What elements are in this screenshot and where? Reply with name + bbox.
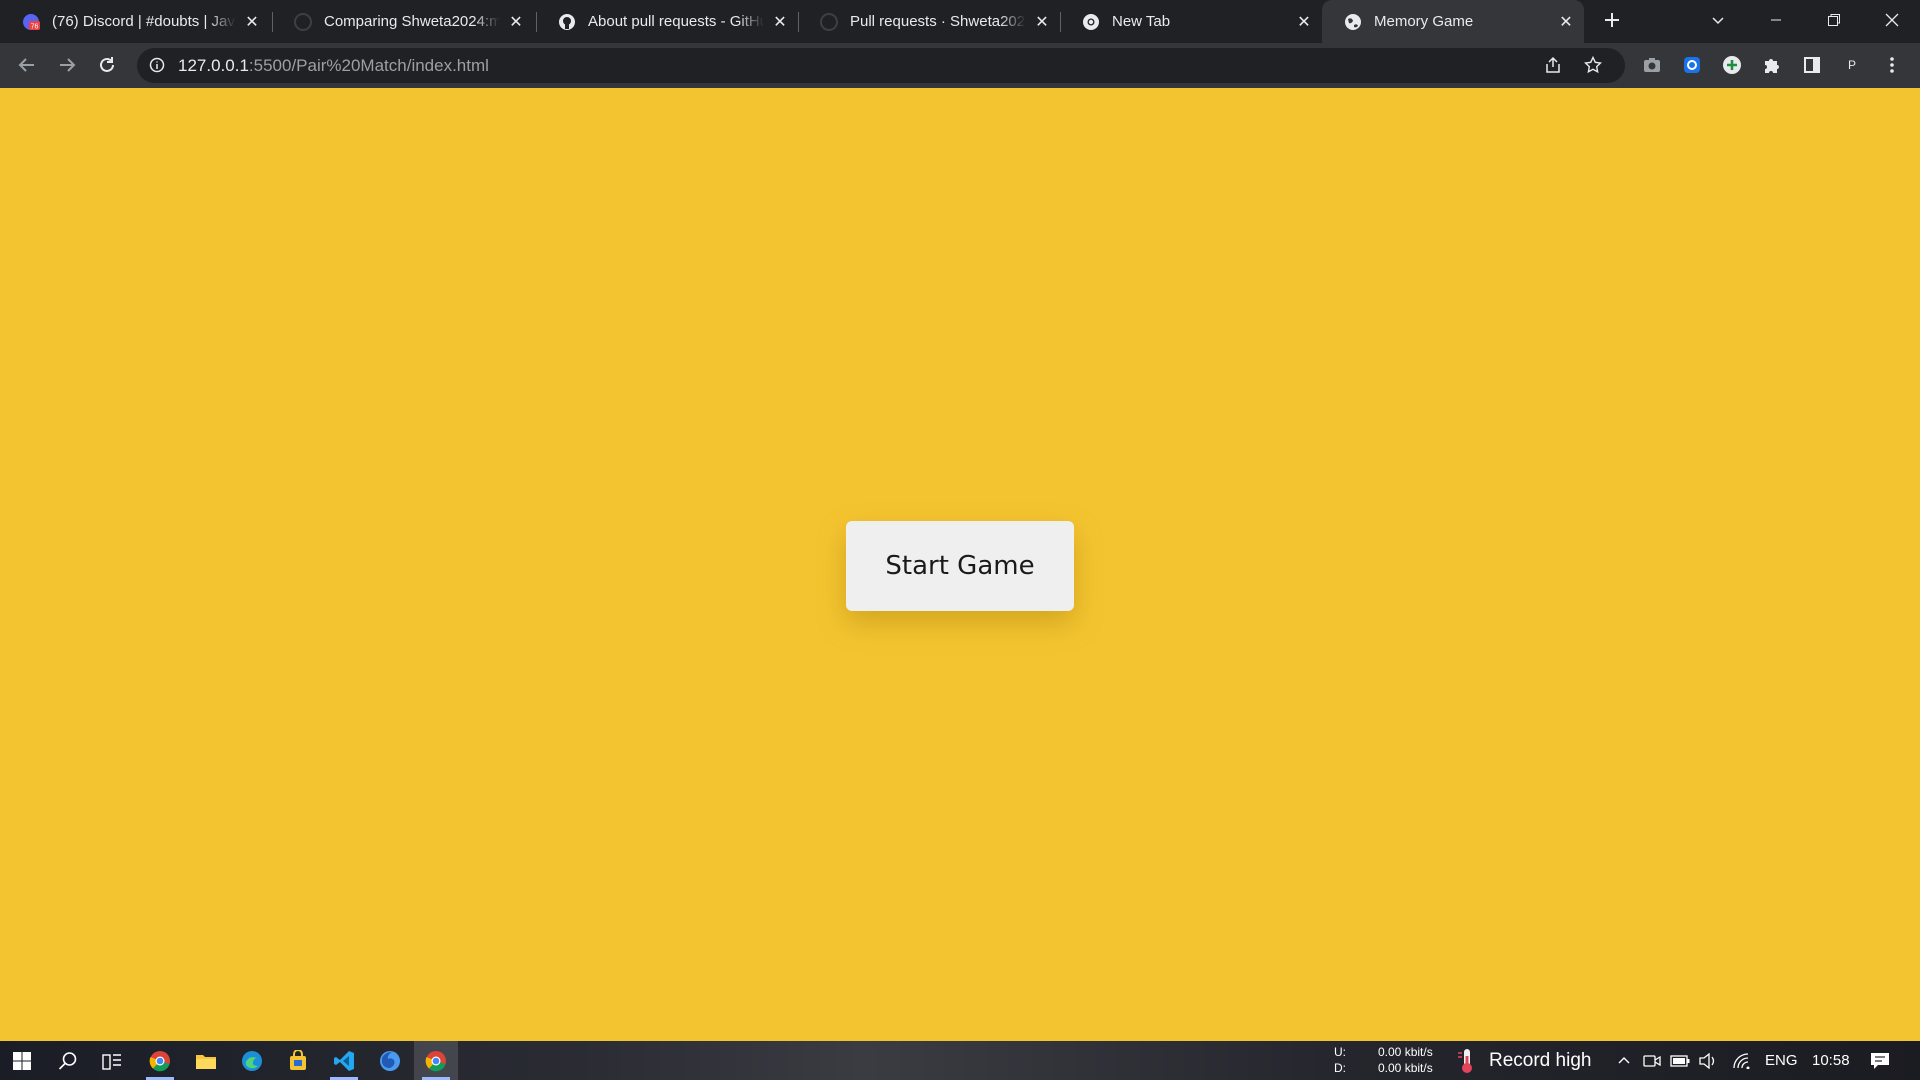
weather-widget[interactable]: Record high [1455, 1041, 1591, 1080]
close-icon[interactable]: ✕ [1294, 12, 1314, 32]
profile-avatar[interactable]: P [1836, 49, 1868, 81]
tray-chevron-up-icon[interactable] [1612, 1041, 1636, 1080]
side-panel-icon[interactable] [1796, 49, 1828, 81]
taskbar-chrome-active[interactable] [414, 1041, 458, 1080]
globe-icon [1344, 13, 1362, 31]
chevron-down-icon [1712, 17, 1724, 25]
tab-title: Memory Game [1374, 13, 1474, 30]
store-bag-icon [290, 1049, 306, 1070]
github-icon [558, 13, 576, 31]
windows-logo-icon [13, 1051, 31, 1070]
windows-taskbar: U: 0.00 kbit/s D: 0.00 kbit/s Record high … [0, 1041, 1920, 1080]
tab-strip: 76 (76) Discord | #doubts | JavaScript ✕… [0, 0, 1920, 43]
task-view-icon [102, 1053, 121, 1070]
tab-about-pull-requests[interactable]: About pull requests - GitHub Docs ✕ [536, 0, 798, 43]
start-button[interactable] [0, 1041, 44, 1080]
url-host: 127.0.0.1 [178, 56, 249, 75]
github-icon [294, 12, 312, 31]
meet-now-icon[interactable] [1640, 1041, 1664, 1080]
tab-title: Pull requests · Shweta2024/ [850, 13, 1026, 30]
restore-icon [1828, 14, 1840, 26]
info-icon[interactable] [147, 55, 167, 75]
forward-button[interactable] [51, 49, 83, 81]
edge-icon [242, 1050, 262, 1071]
volume-icon[interactable] [1696, 1041, 1720, 1080]
arrow-left-icon [18, 58, 34, 72]
tab-discord[interactable]: 76 (76) Discord | #doubts | JavaScript ✕ [0, 0, 270, 43]
github-icon [820, 12, 838, 31]
net-up-label: U: [1334, 1045, 1346, 1059]
close-icon[interactable]: ✕ [770, 12, 790, 32]
close-icon[interactable]: ✕ [1556, 12, 1576, 32]
profile-initial: P [1847, 58, 1856, 72]
taskbar-store[interactable] [276, 1041, 320, 1080]
chrome-icon [1082, 13, 1100, 31]
extension-plus-icon[interactable] [1716, 49, 1748, 81]
taskbar-firefox[interactable] [368, 1041, 412, 1080]
plus-icon [1605, 13, 1619, 27]
battery-icon[interactable] [1668, 1041, 1692, 1080]
chrome-icon [149, 1050, 170, 1071]
wifi-icon[interactable] [1730, 1041, 1754, 1080]
search-button[interactable] [46, 1041, 90, 1080]
firefox-icon [380, 1050, 400, 1071]
browser-toolbar: 127.0.0.1:5500/Pair%20Match/index.html P [0, 43, 1920, 88]
menu-kebab-icon[interactable] [1876, 49, 1908, 81]
discord-icon: 76 [22, 13, 40, 31]
arrow-right-icon [60, 58, 76, 72]
svg-text:76: 76 [31, 23, 39, 30]
net-up-value: 0.00 kbit/s [1378, 1045, 1433, 1059]
close-icon[interactable]: ✕ [242, 12, 262, 32]
clock[interactable]: 10:58 [1812, 1041, 1850, 1080]
net-down-value: 0.00 kbit/s [1378, 1061, 1433, 1075]
tab-search-button[interactable] [1690, 0, 1746, 40]
taskbar-chrome[interactable] [138, 1041, 182, 1080]
screenshot-extension-icon[interactable] [1636, 49, 1668, 81]
close-icon[interactable]: ✕ [1032, 12, 1052, 32]
address-bar[interactable]: 127.0.0.1:5500/Pair%20Match/index.html [137, 48, 1625, 83]
folder-icon [196, 1054, 216, 1069]
chrome-icon [425, 1050, 446, 1071]
url-text: 127.0.0.1:5500/Pair%20Match/index.html [178, 56, 489, 76]
taskbar-edge[interactable] [230, 1041, 274, 1080]
notification-center-icon[interactable] [1864, 1041, 1896, 1080]
taskbar-file-explorer[interactable] [184, 1041, 228, 1080]
language-indicator[interactable]: ENG [1765, 1041, 1798, 1080]
bookmark-star-icon[interactable] [1577, 49, 1609, 81]
close-icon[interactable]: ✕ [506, 12, 526, 32]
tab-title: Comparing Shweta2024:main [324, 13, 500, 30]
memory-game-page: Start Game [0, 88, 1920, 1041]
new-tab-button[interactable] [1584, 0, 1640, 40]
tab-comparing[interactable]: Comparing Shweta2024:main ✕ [272, 0, 534, 43]
tab-memory-game[interactable]: Memory Game ✕ [1322, 0, 1584, 43]
minimize-button[interactable] [1748, 0, 1804, 40]
taskbar-vscode[interactable] [322, 1041, 366, 1080]
network-speed-meter: U: 0.00 kbit/s D: 0.00 kbit/s [1334, 1044, 1433, 1076]
tab-title: (76) Discord | #doubts | JavaScript [52, 13, 236, 30]
tab-new-tab[interactable]: New Tab ✕ [1060, 0, 1322, 43]
reload-button[interactable] [91, 49, 123, 81]
thermometer-icon [1458, 1048, 1472, 1073]
reload-icon [100, 57, 114, 72]
task-view-button[interactable] [90, 1041, 134, 1080]
back-button[interactable] [11, 49, 43, 81]
tab-title: New Tab [1112, 13, 1171, 30]
restore-button[interactable] [1806, 0, 1862, 40]
close-window-button[interactable] [1864, 0, 1920, 40]
extension-blue-icon[interactable] [1676, 49, 1708, 81]
tab-pull-requests[interactable]: Pull requests · Shweta2024/ ✕ [798, 0, 1060, 43]
share-icon[interactable] [1537, 49, 1569, 81]
tab-title: About pull requests - GitHub Docs [588, 13, 764, 30]
start-game-button[interactable]: Start Game [846, 521, 1074, 611]
url-path: :5500/Pair%20Match/index.html [248, 56, 489, 75]
close-icon [1885, 13, 1899, 27]
net-down-label: D: [1334, 1061, 1346, 1075]
puzzle-extensions-icon[interactable] [1756, 49, 1788, 81]
minimize-icon [1771, 19, 1781, 21]
search-icon [58, 1051, 77, 1070]
weather-text: Record high [1489, 1049, 1592, 1071]
vscode-icon [334, 1050, 354, 1071]
